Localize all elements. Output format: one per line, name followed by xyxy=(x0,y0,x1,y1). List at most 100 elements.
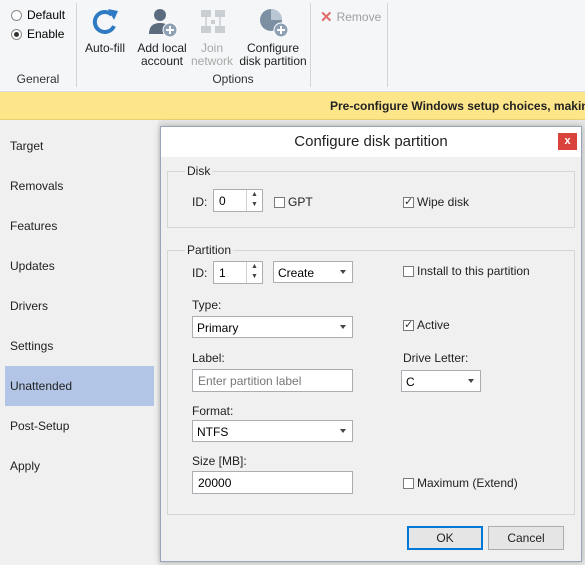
size-label: Size [MB]: xyxy=(192,454,247,468)
sidebar-item-label: Post-Setup xyxy=(10,419,70,433)
add-user-icon xyxy=(149,9,178,38)
dialog-title: Configure disk partition xyxy=(161,127,581,157)
configure-disk-partition-dialog: Configure disk partition x Disk ID: 0 ▲ … xyxy=(160,126,582,562)
wipe-disk-checkbox-box[interactable] xyxy=(403,195,414,208)
group-separator xyxy=(76,3,77,87)
type-label: Type: xyxy=(192,298,222,312)
gpt-checkbox[interactable]: GPT xyxy=(274,195,313,209)
configure-disk-partition-button[interactable]: Configure disk partition xyxy=(236,6,310,68)
sidebar-item-updates[interactable]: Updates xyxy=(5,246,154,286)
sidebar: Target Removals Features Updates Drivers… xyxy=(0,120,158,565)
partition-id-arrows[interactable]: ▲ ▼ xyxy=(246,262,262,283)
remove-label: Remove xyxy=(336,10,382,24)
autofill-button[interactable]: Auto-fill xyxy=(80,6,130,55)
active-checkbox-box[interactable] xyxy=(403,318,414,331)
remove-button[interactable]: ✕ Remove xyxy=(320,8,381,26)
radio-enable[interactable]: Enable xyxy=(11,27,64,41)
add-local-account-button[interactable]: Add local account xyxy=(135,6,189,68)
cancel-button[interactable]: Cancel xyxy=(488,526,564,550)
group-separator xyxy=(387,3,388,87)
drive-letter-dropdown[interactable]: C xyxy=(401,370,481,392)
sidebar-item-post-setup[interactable]: Post-Setup xyxy=(5,406,154,446)
partition-action-dropdown[interactable]: Create xyxy=(273,261,353,283)
type-value: Primary xyxy=(197,321,239,335)
join-network-label-line2: network xyxy=(190,54,234,68)
type-dropdown[interactable]: Primary xyxy=(192,316,353,338)
radio-default[interactable]: Default xyxy=(11,8,65,22)
install-checkbox-box[interactable] xyxy=(403,265,414,277)
close-icon: x xyxy=(564,135,571,147)
sidebar-item-label: Drivers xyxy=(10,299,48,313)
size-field[interactable] xyxy=(193,472,352,493)
maximum-extend-checkbox[interactable]: Maximum (Extend) xyxy=(403,476,518,490)
partition-action-value: Create xyxy=(278,266,315,280)
banner-text: Pre-configure Windows setup choices, mak… xyxy=(330,99,585,113)
partition-id-value: 1 xyxy=(219,266,226,280)
gpt-checkbox-box[interactable] xyxy=(274,196,285,208)
drive-letter-label: Drive Letter: xyxy=(403,351,469,365)
disk-partition-icon xyxy=(260,9,289,38)
spin-down-icon[interactable]: ▼ xyxy=(247,272,262,282)
disk-id-value: 0 xyxy=(219,194,226,208)
partition-label-input[interactable] xyxy=(192,369,353,392)
sidebar-item-label: Features xyxy=(10,219,58,233)
group-separator xyxy=(310,3,311,87)
spin-up-icon[interactable]: ▲ xyxy=(247,190,262,200)
sidebar-item-label: Target xyxy=(10,139,44,153)
sidebar-item-drivers[interactable]: Drivers xyxy=(5,286,154,326)
partition-label-field[interactable] xyxy=(193,370,352,391)
partition-label-label: Label: xyxy=(192,351,225,365)
close-button[interactable]: x xyxy=(558,133,577,150)
disk-id-label: ID: xyxy=(192,195,208,209)
chevron-down-icon xyxy=(340,429,346,433)
chevron-down-icon xyxy=(468,379,474,383)
install-to-partition-checkbox[interactable]: Install to this partition xyxy=(403,264,530,278)
maximum-checkbox-label: Maximum (Extend) xyxy=(417,476,518,490)
add-local-label-line2: account xyxy=(140,54,184,68)
maximum-checkbox-box[interactable] xyxy=(403,477,414,489)
radio-enable-circle[interactable] xyxy=(11,28,22,40)
radio-default-circle[interactable] xyxy=(11,9,22,21)
wipe-disk-label: Wipe disk xyxy=(417,195,470,209)
ok-button[interactable]: OK xyxy=(407,526,483,550)
active-checkbox-label: Active xyxy=(417,318,450,332)
refresh-icon xyxy=(92,9,118,34)
sidebar-item-settings[interactable]: Settings xyxy=(5,326,154,366)
remove-x-icon: ✕ xyxy=(320,9,333,26)
sidebar-item-label: Unattended xyxy=(10,379,73,393)
spin-up-icon[interactable]: ▲ xyxy=(247,262,262,272)
format-value: NTFS xyxy=(197,425,229,439)
format-dropdown[interactable]: NTFS xyxy=(192,420,353,442)
radio-enable-label: Enable xyxy=(27,27,65,41)
drive-letter-value: C xyxy=(406,375,415,389)
info-banner: Pre-configure Windows setup choices, mak… xyxy=(0,92,585,120)
ribbon: Default Enable General Auto-fill Add loc… xyxy=(0,0,585,92)
sidebar-item-apply[interactable]: Apply xyxy=(5,446,154,486)
disk-legend: Disk xyxy=(185,164,213,178)
autofill-label: Auto-fill xyxy=(84,41,125,55)
active-checkbox[interactable]: Active xyxy=(403,318,450,332)
sidebar-item-label: Settings xyxy=(10,339,54,353)
sidebar-item-target[interactable]: Target xyxy=(5,126,154,166)
gpt-checkbox-label: GPT xyxy=(288,195,313,209)
partition-id-label: ID: xyxy=(192,266,208,280)
wipe-disk-checkbox[interactable]: Wipe disk xyxy=(403,195,469,209)
sidebar-item-label: Updates xyxy=(10,259,55,273)
install-checkbox-label: Install to this partition xyxy=(417,264,530,278)
chevron-down-icon xyxy=(340,325,346,329)
sidebar-item-removals[interactable]: Removals xyxy=(5,166,154,206)
size-input[interactable] xyxy=(192,471,353,494)
sidebar-item-label: Apply xyxy=(10,459,41,473)
sidebar-item-label: Removals xyxy=(10,179,64,193)
radio-default-label: Default xyxy=(27,8,66,22)
sidebar-item-unattended[interactable]: Unattended xyxy=(5,366,154,406)
spin-down-icon[interactable]: ▼ xyxy=(247,200,262,210)
disk-id-stepper[interactable]: 0 ▲ ▼ xyxy=(213,189,263,212)
group-label-options: Options xyxy=(212,72,254,86)
partition-id-stepper[interactable]: 1 ▲ ▼ xyxy=(213,261,263,284)
sidebar-item-features[interactable]: Features xyxy=(5,206,154,246)
partition-legend: Partition xyxy=(185,243,234,257)
disk-id-arrows[interactable]: ▲ ▼ xyxy=(246,190,262,211)
configure-disk-label-line2: disk partition xyxy=(239,54,307,68)
join-network-button[interactable]: Join network xyxy=(190,6,234,68)
